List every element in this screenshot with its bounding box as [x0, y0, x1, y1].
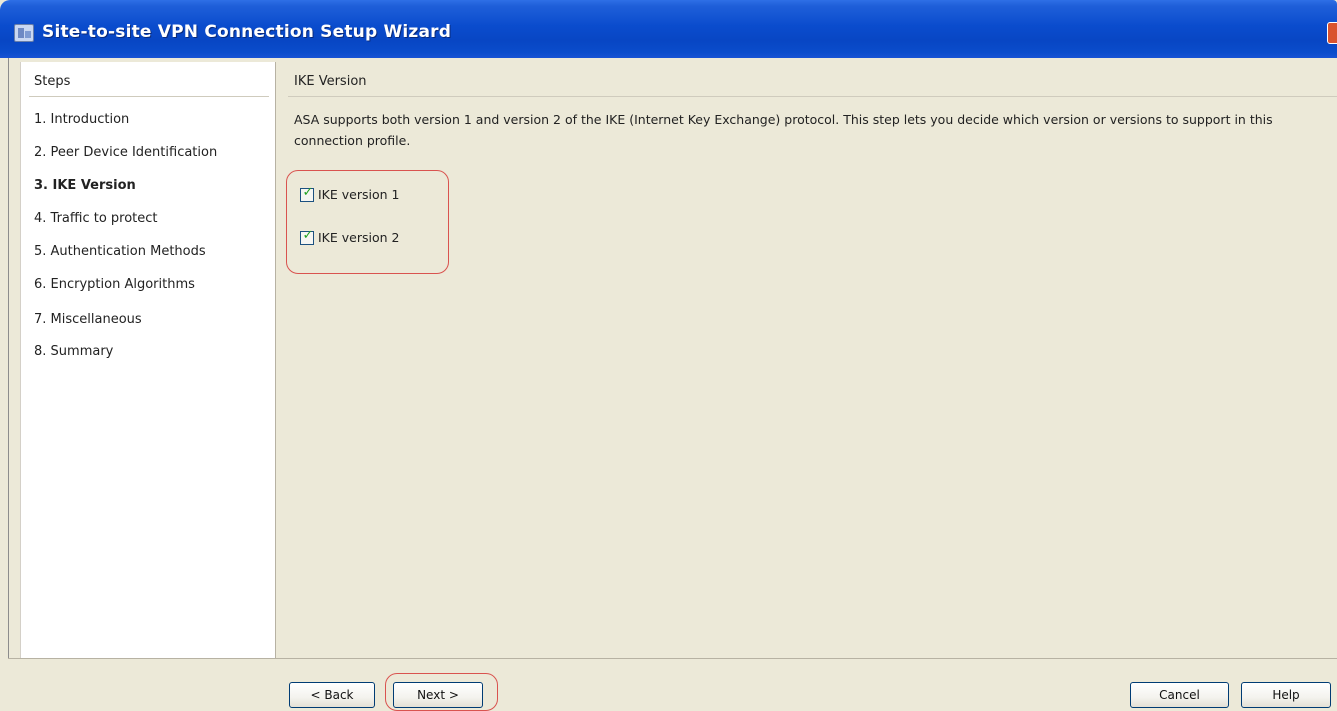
- step-miscellaneous: 7. Miscellaneous: [34, 312, 142, 327]
- steps-panel: Steps 1. Introduction 2. Peer Device Ide…: [20, 62, 276, 658]
- step-summary: 8. Summary: [34, 344, 114, 359]
- page-title: IKE Version: [294, 74, 367, 89]
- steps-divider: [29, 96, 269, 97]
- ike-version-2-label: IKE version 2: [318, 230, 400, 245]
- step-ike-version: 3. IKE Version: [34, 178, 136, 193]
- cancel-button[interactable]: Cancel: [1130, 682, 1229, 708]
- ike-version-1-label: IKE version 1: [318, 187, 400, 202]
- app-icon: [14, 24, 34, 42]
- close-icon[interactable]: [1327, 22, 1337, 44]
- steps-header: Steps: [34, 74, 71, 89]
- help-button[interactable]: Help: [1241, 682, 1331, 708]
- step-traffic-to-protect: 4. Traffic to protect: [34, 211, 158, 226]
- checkbox-box[interactable]: ✓: [300, 227, 314, 245]
- ike-version-2-checkbox[interactable]: ✓ IKE version 2: [300, 227, 400, 245]
- ike-version-1-checkbox[interactable]: ✓ IKE version 1: [300, 184, 400, 202]
- wizard-window: Site-to-site VPN Connection Setup Wizard…: [0, 0, 1337, 711]
- title-bar[interactable]: Site-to-site VPN Connection Setup Wizard: [0, 0, 1337, 58]
- back-button[interactable]: < Back: [289, 682, 375, 708]
- step-authentication-methods: 5. Authentication Methods: [34, 244, 206, 259]
- step-peer-device-identification: 2. Peer Device Identification: [34, 145, 218, 160]
- checkbox-box[interactable]: ✓: [300, 184, 314, 202]
- window-title: Site-to-site VPN Connection Setup Wizard: [42, 22, 452, 42]
- header-divider: [288, 96, 1337, 97]
- description-text: ASA supports both version 1 and version …: [294, 112, 1273, 148]
- step-introduction: 1. Introduction: [34, 112, 130, 127]
- step-encryption-algorithms: 6. Encryption Algorithms: [34, 277, 195, 292]
- checkmark-icon: ✓: [302, 227, 314, 243]
- checkmark-icon: ✓: [302, 184, 314, 200]
- next-button[interactable]: Next >: [393, 682, 483, 708]
